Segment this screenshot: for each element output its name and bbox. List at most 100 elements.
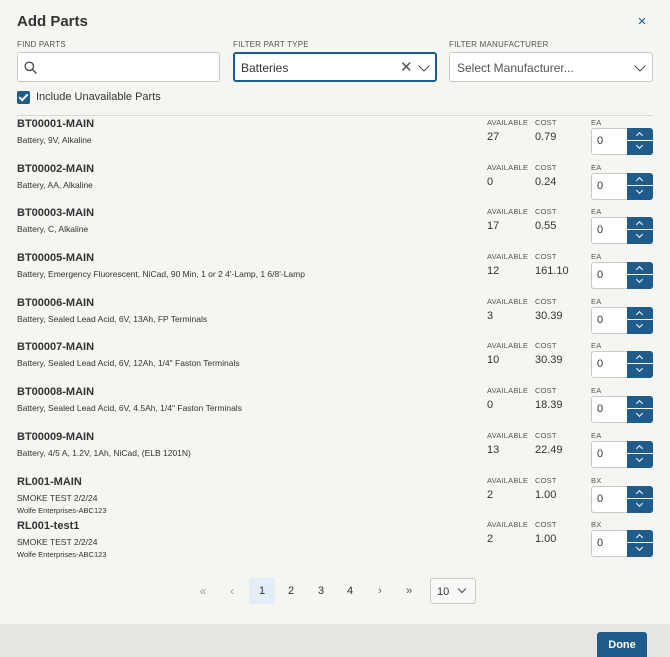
include-unavailable-label: Include Unavailable Parts <box>36 91 161 103</box>
first-page-button[interactable]: « <box>190 578 216 604</box>
cost-label: COST <box>535 162 557 172</box>
part-description: SMOKE TEST 2/2/24 <box>17 537 98 548</box>
stepper-buttons <box>627 530 653 558</box>
unit-label: EA <box>591 296 602 306</box>
quantity-input[interactable] <box>597 269 625 282</box>
quantity-input[interactable] <box>597 403 625 416</box>
chevron-up-icon[interactable] <box>627 441 653 454</box>
part-row: BT00007-MAIN Battery, Sealed Lead Acid, … <box>0 339 670 384</box>
dialog-title: Add Parts <box>17 13 88 30</box>
chevron-up-icon[interactable] <box>627 486 653 499</box>
available-label: AVAILABLE <box>487 296 529 306</box>
chevron-down-icon[interactable] <box>627 499 653 512</box>
chevron-down-icon[interactable] <box>627 230 653 243</box>
part-id: BT00006-MAIN <box>17 296 95 309</box>
chevron-down-icon[interactable] <box>634 60 646 72</box>
part-description: Battery, AA, Alkaline <box>17 179 93 190</box>
quantity-input[interactable] <box>597 179 625 192</box>
cost-value: 1.00 <box>535 533 557 546</box>
part-description: Battery, 9V, Alkaline <box>17 135 92 145</box>
chevron-down-icon[interactable] <box>627 186 653 199</box>
stepper-buttons <box>627 217 653 245</box>
chevron-down-icon[interactable] <box>627 275 653 288</box>
manufacturer-label: FILTER MANUFACTURER <box>449 40 549 49</box>
find-parts-field[interactable] <box>17 52 220 82</box>
quantity-input[interactable] <box>597 537 625 550</box>
chevron-down-icon[interactable] <box>627 409 653 422</box>
quantity-stepper <box>591 217 653 245</box>
chevron-down-icon[interactable] <box>627 543 653 556</box>
part-id: BT00005-MAIN <box>17 252 95 265</box>
part-row: RL001-test1 SMOKE TEST 2/2/24 Wolfe Ente… <box>0 518 670 563</box>
quantity-stepper <box>591 128 653 155</box>
stepper-buttons <box>627 306 653 334</box>
part-id: BT00007-MAIN <box>17 341 95 354</box>
close-icon[interactable]: × <box>634 14 650 30</box>
quantity-input[interactable] <box>597 447 625 460</box>
cost-value: 161.10 <box>535 265 569 278</box>
part-id: RL001-MAIN <box>17 475 82 488</box>
find-parts-input[interactable] <box>42 60 212 74</box>
quantity-input[interactable] <box>597 135 625 147</box>
part-type-select[interactable]: Batteries ✕ <box>233 52 437 82</box>
include-unavailable-checkbox[interactable] <box>17 90 30 104</box>
clear-icon[interactable]: ✕ <box>400 58 413 76</box>
available-label: AVAILABLE <box>487 207 529 217</box>
chevron-up-icon[interactable] <box>627 262 653 276</box>
chevron-down-icon[interactable] <box>627 454 653 467</box>
available-label: AVAILABLE <box>487 520 529 530</box>
available-value: 17 <box>487 220 500 233</box>
chevron-up-icon[interactable] <box>627 396 653 410</box>
quantity-input[interactable] <box>597 358 625 371</box>
chevron-down-icon[interactable] <box>627 141 653 154</box>
part-manufacturer: Wolfe Enterprises-ABC123 <box>17 550 107 560</box>
prev-page-button[interactable]: ‹ <box>219 578 245 604</box>
chevron-down-icon[interactable] <box>627 320 653 333</box>
part-id: BT00003-MAIN <box>17 207 95 220</box>
parts-list: BT00001-MAIN Battery, 9V, Alkaline AVAIL… <box>0 116 670 563</box>
quantity-input[interactable] <box>597 492 625 505</box>
chevron-up-icon[interactable] <box>627 530 653 544</box>
done-button[interactable]: Done <box>597 632 647 657</box>
cost-label: COST <box>535 520 557 530</box>
page-button-2[interactable]: 2 <box>278 578 304 604</box>
chevron-up-icon[interactable] <box>627 307 653 320</box>
chevron-down-icon[interactable] <box>418 60 430 72</box>
chevron-up-icon[interactable] <box>627 173 653 186</box>
unit-label: EA <box>591 341 602 351</box>
available-value: 10 <box>487 354 500 367</box>
cost-value: 0.24 <box>535 175 557 188</box>
part-description: Battery, 4/5 A, 1.2V, 1Ah, NiCad, (ELB 1… <box>17 447 191 458</box>
part-description: Battery, Sealed Lead Acid, 6V, 12Ah, 1/4… <box>17 358 240 369</box>
page-size-value: 10 <box>437 586 450 598</box>
page-size-select[interactable]: 10 <box>430 578 476 604</box>
quantity-input[interactable] <box>597 313 625 326</box>
chevron-up-icon[interactable] <box>627 351 653 365</box>
page-button-4[interactable]: 4 <box>337 578 363 604</box>
part-manufacturer: Wolfe Enterprises-ABC123 <box>17 505 107 515</box>
include-unavailable-row: Include Unavailable Parts <box>17 90 161 104</box>
chevron-up-icon[interactable] <box>627 128 653 141</box>
part-id: BT00008-MAIN <box>17 386 95 399</box>
available-label: AVAILABLE <box>487 341 529 351</box>
page-button-1[interactable]: 1 <box>249 578 275 604</box>
quantity-stepper <box>591 262 653 290</box>
unit-label: BX <box>591 475 602 485</box>
cost-value: 0.79 <box>535 131 557 143</box>
search-icon <box>24 61 37 74</box>
part-description: Battery, C, Alkaline <box>17 224 89 235</box>
page-button-3[interactable]: 3 <box>308 578 334 604</box>
unit-label: BX <box>591 520 602 530</box>
next-page-button[interactable]: › <box>367 578 393 604</box>
cost-value: 0.55 <box>535 220 557 233</box>
chevron-down-icon[interactable] <box>627 364 653 377</box>
cost-value: 30.39 <box>535 354 563 367</box>
last-page-button[interactable]: » <box>396 578 422 604</box>
chevron-up-icon[interactable] <box>627 217 653 231</box>
part-description: Battery, Sealed Lead Acid, 6V, 13Ah, FP … <box>17 313 208 324</box>
quantity-stepper <box>591 396 653 424</box>
quantity-stepper <box>591 306 653 334</box>
part-row: BT00009-MAIN Battery, 4/5 A, 1.2V, 1Ah, … <box>0 429 670 474</box>
manufacturer-select[interactable]: Select Manufacturer... <box>449 52 653 82</box>
quantity-input[interactable] <box>597 224 625 237</box>
